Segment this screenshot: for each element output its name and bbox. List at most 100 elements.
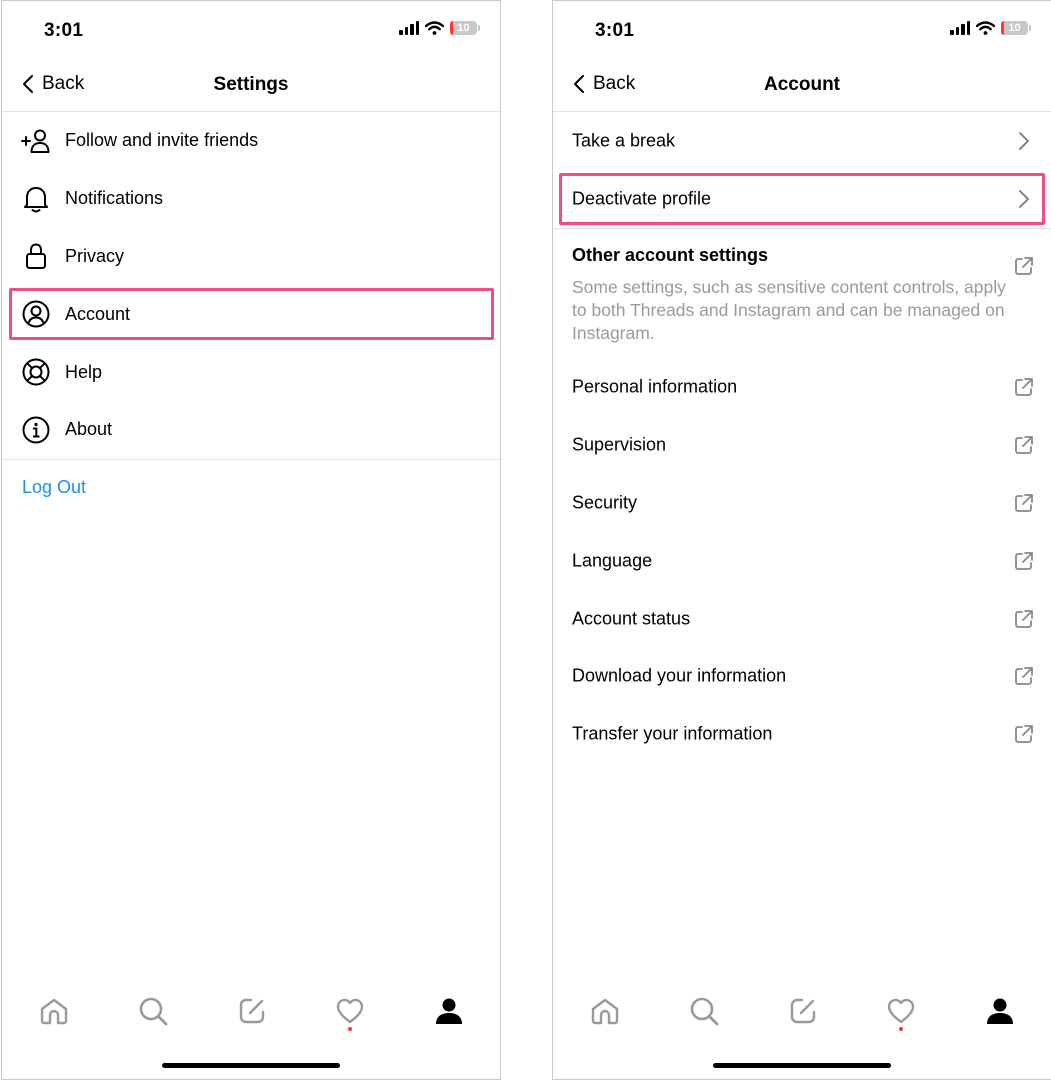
battery-icon: 10 xyxy=(1001,21,1031,35)
back-label: Back xyxy=(42,73,85,94)
cellular-signal-icon xyxy=(950,21,970,35)
tab-compose[interactable] xyxy=(785,986,821,1036)
cellular-signal-icon xyxy=(399,21,419,35)
menu-item-follow-invite[interactable]: Follow and invite friends xyxy=(2,112,500,170)
menu-item-label: Follow and invite friends xyxy=(65,130,259,151)
row-deactivate-profile[interactable]: Deactivate profile xyxy=(553,170,1051,228)
row-download-your-information[interactable]: Download your information xyxy=(553,648,1051,706)
wifi-icon xyxy=(976,21,995,35)
row-personal-information[interactable]: Personal information xyxy=(553,359,1051,417)
heart-icon xyxy=(337,998,364,1024)
tab-profile[interactable] xyxy=(431,986,467,1036)
navigation-bar: Back Settings xyxy=(2,61,500,112)
divider xyxy=(2,458,500,460)
external-link-icon xyxy=(1013,665,1035,687)
menu-item-help[interactable]: Help xyxy=(2,343,500,401)
tab-search[interactable] xyxy=(135,986,171,1036)
battery-level: 10 xyxy=(457,22,470,34)
info-icon xyxy=(21,415,51,445)
battery-icon: 10 xyxy=(450,21,480,35)
search-icon xyxy=(690,997,719,1026)
external-link-icon xyxy=(1013,723,1035,745)
section-description: Some settings, such as sensitive content… xyxy=(572,276,1006,343)
row-label: Supervision xyxy=(572,434,667,455)
row-account-status[interactable]: Account status xyxy=(553,590,1051,648)
external-link-icon xyxy=(1013,492,1035,514)
add-person-icon xyxy=(21,126,51,156)
menu-item-label: Account xyxy=(65,303,131,324)
row-supervision[interactable]: Supervision xyxy=(553,416,1051,474)
row-security[interactable]: Security xyxy=(553,474,1051,532)
tab-search[interactable] xyxy=(686,986,722,1036)
status-icons: 10 xyxy=(399,21,480,35)
external-link-icon xyxy=(1013,608,1035,630)
tab-profile[interactable] xyxy=(982,986,1018,1036)
status-bar: 3:01 10 xyxy=(2,1,500,61)
settings-menu: Follow and invite friends Notifications … xyxy=(2,112,500,460)
status-time: 3:01 xyxy=(595,20,635,41)
bell-icon xyxy=(21,184,51,214)
menu-item-label: Privacy xyxy=(65,245,125,266)
status-icons: 10 xyxy=(950,21,1031,35)
chevron-right-icon xyxy=(1013,130,1035,152)
status-bar: 3:01 10 xyxy=(553,1,1051,61)
chevron-left-icon xyxy=(574,75,584,93)
compose-icon xyxy=(790,998,815,1024)
menu-item-label: Notifications xyxy=(65,188,164,209)
battery-level: 10 xyxy=(1008,22,1021,34)
status-time: 3:01 xyxy=(44,20,84,41)
navigation-bar: Back Account xyxy=(553,61,1051,112)
heart-icon xyxy=(888,998,915,1024)
menu-item-account[interactable]: Account xyxy=(2,285,500,343)
tab-activity[interactable] xyxy=(332,986,368,1036)
lock-icon xyxy=(21,241,51,271)
logout-link[interactable]: Log Out xyxy=(22,477,86,498)
row-label: Download your information xyxy=(572,665,787,686)
profile-icon xyxy=(987,998,1013,1024)
home-icon xyxy=(40,998,68,1025)
back-button[interactable]: Back xyxy=(22,73,84,95)
row-take-a-break[interactable]: Take a break xyxy=(553,112,1051,170)
tab-home[interactable] xyxy=(36,986,72,1036)
wifi-icon xyxy=(425,21,444,35)
external-link-icon xyxy=(1013,255,1035,277)
account-circle-icon xyxy=(21,299,51,329)
tab-home[interactable] xyxy=(587,986,623,1036)
tab-bar xyxy=(2,986,500,1036)
menu-item-label: About xyxy=(65,419,113,440)
settings-screen: 3:01 10 Back Settings Follow and invite … xyxy=(1,0,501,1080)
row-label: Take a break xyxy=(572,130,676,151)
row-label: Transfer your information xyxy=(572,723,773,744)
external-link-icon xyxy=(1013,376,1035,398)
row-transfer-your-information[interactable]: Transfer your information xyxy=(553,705,1051,763)
account-settings-list: Take a break Deactivate profile Other ac… xyxy=(553,112,1051,763)
menu-item-privacy[interactable]: Privacy xyxy=(2,228,500,286)
row-label: Deactivate profile xyxy=(572,188,712,209)
back-button[interactable]: Back xyxy=(573,73,635,95)
menu-item-notifications[interactable]: Notifications xyxy=(2,170,500,228)
row-label: Security xyxy=(572,492,638,513)
compose-icon xyxy=(239,998,264,1024)
row-language[interactable]: Language xyxy=(553,532,1051,590)
row-label: Language xyxy=(572,550,653,571)
external-link-icon xyxy=(1013,434,1035,456)
home-indicator xyxy=(162,1063,340,1068)
section-title: Other account settings xyxy=(572,244,769,265)
home-icon xyxy=(591,998,619,1025)
home-indicator xyxy=(713,1063,891,1068)
external-link-icon xyxy=(1013,550,1035,572)
back-label: Back xyxy=(593,73,636,94)
chevron-left-icon xyxy=(23,75,33,93)
tab-compose[interactable] xyxy=(234,986,270,1036)
notification-dot xyxy=(348,1027,353,1031)
tab-bar xyxy=(553,986,1051,1036)
chevron-right-icon xyxy=(1013,188,1035,210)
other-account-settings[interactable]: Other account settings Some settings, su… xyxy=(553,229,1051,359)
notification-dot xyxy=(899,1027,904,1031)
menu-item-about[interactable]: About xyxy=(2,401,500,459)
menu-item-label: Help xyxy=(65,361,103,382)
lifebuoy-icon xyxy=(21,357,51,387)
tab-activity[interactable] xyxy=(883,986,919,1036)
row-label: Personal information xyxy=(572,376,738,397)
profile-icon xyxy=(436,998,462,1024)
